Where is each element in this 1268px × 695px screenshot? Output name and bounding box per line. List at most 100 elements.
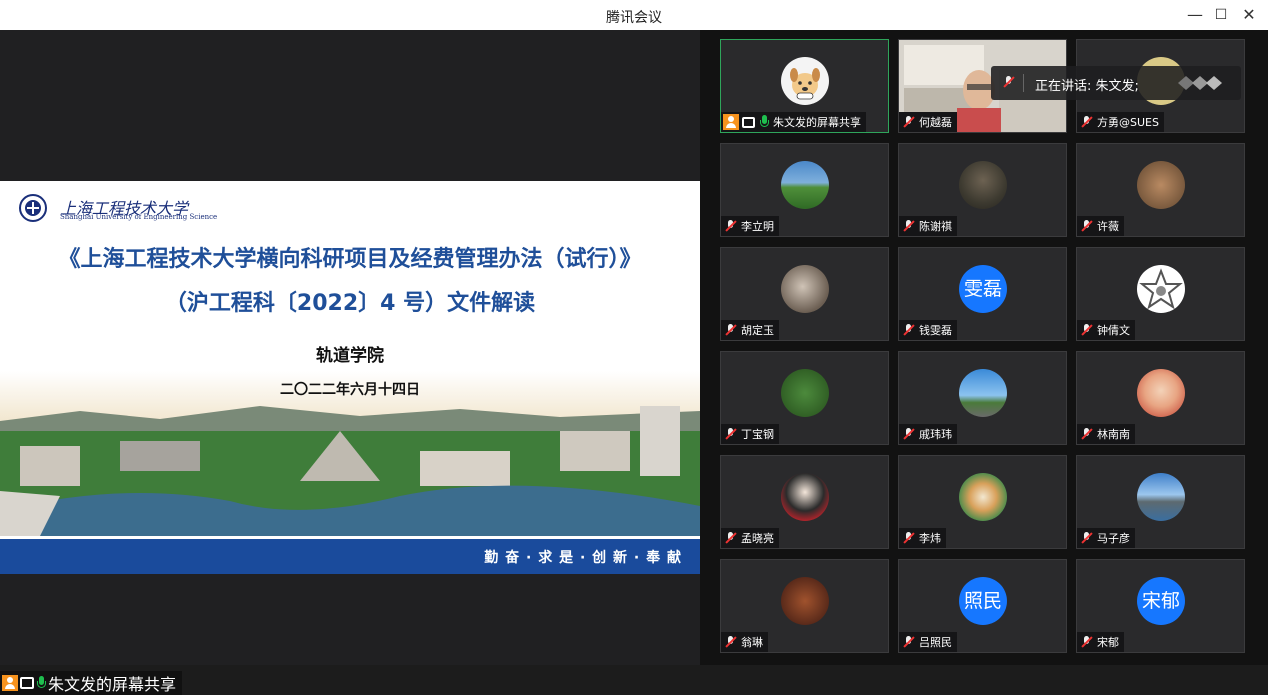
participant-name: 宋郁 xyxy=(1097,636,1119,649)
mic-muted-icon xyxy=(1081,532,1093,544)
participant-name: 李炜 xyxy=(919,532,941,545)
university-name-en: Shanghai University of Engineering Scien… xyxy=(60,213,218,221)
mic-muted-icon xyxy=(725,220,737,232)
participant-name-tag: 翁琳 xyxy=(721,632,768,652)
participant-name-tag: 何越磊 xyxy=(899,112,957,132)
participant-tile[interactable]: 朱文发的屏幕共享 xyxy=(720,39,889,133)
mic-muted-icon xyxy=(1003,76,1015,88)
minimize-button[interactable]: — xyxy=(1184,4,1206,26)
avatar xyxy=(781,369,829,417)
participant-tile[interactable]: 李立明 xyxy=(720,143,889,237)
participant-name-tag: 孟晓亮 xyxy=(721,528,779,548)
participant-name: 陈谢祺 xyxy=(919,220,952,233)
divider xyxy=(1023,74,1024,92)
avatar xyxy=(959,369,1007,417)
audio-level-icon xyxy=(1178,76,1222,90)
participant-name: 何越磊 xyxy=(919,116,952,129)
maximize-button[interactable]: ☐ xyxy=(1210,4,1232,26)
avatar: 照民 xyxy=(959,577,1007,625)
mic-muted-icon xyxy=(725,324,737,336)
slide-subtitle: （沪工程科〔2022〕4 号）文件解读 xyxy=(164,291,536,316)
screen-share-icon xyxy=(742,116,755,128)
mic-muted-icon xyxy=(903,116,915,128)
close-button[interactable]: ✕ xyxy=(1238,4,1260,26)
screen-share-icon xyxy=(20,677,34,689)
participant-tile[interactable]: 孟晓亮 xyxy=(720,455,889,549)
avatar xyxy=(781,161,829,209)
participant-tile[interactable]: 翁琳 xyxy=(720,559,889,653)
participant-name: 马子彦 xyxy=(1097,532,1130,545)
avatar: 宋郁 xyxy=(1137,577,1185,625)
mic-muted-icon xyxy=(903,532,915,544)
mic-muted-icon xyxy=(1081,636,1093,648)
avatar: 雯磊 xyxy=(959,265,1007,313)
avatar xyxy=(781,265,829,313)
participant-name-tag: 陈谢祺 xyxy=(899,216,957,236)
avatar xyxy=(781,57,829,105)
screen-share-label: 朱文发的屏幕共享 xyxy=(0,671,183,695)
participant-name-tag: 方勇@SUES xyxy=(1077,112,1164,132)
star-avatar-icon xyxy=(1139,268,1183,310)
window-title: 腾讯会议 xyxy=(606,10,662,26)
speaking-text: 正在讲话: 朱文发; xyxy=(1035,79,1139,94)
mic-muted-icon xyxy=(1081,324,1093,336)
participant-name-tag: 林南南 xyxy=(1077,424,1135,444)
mic-muted-icon xyxy=(725,428,737,440)
mic-on-icon xyxy=(759,114,769,130)
presentation-slide: 上海工程技术大学 Shanghai University of Engineer… xyxy=(0,181,700,574)
participant-name: 胡定玉 xyxy=(741,324,774,337)
avatar xyxy=(781,577,829,625)
participant-name: 林南南 xyxy=(1097,428,1130,441)
participant-name: 丁宝钢 xyxy=(741,428,774,441)
title-bar: 腾讯会议 — ☐ ✕ xyxy=(0,0,1268,30)
participant-tile[interactable]: 丁宝钢 xyxy=(720,351,889,445)
university-motto: 勤 奋 · 求 是 · 创 新 · 奉 献 xyxy=(484,550,682,566)
participant-tile[interactable]: 陈谢祺 xyxy=(898,143,1067,237)
slide-department: 轨道学院 xyxy=(316,346,384,366)
participant-tile[interactable]: 李炜 xyxy=(898,455,1067,549)
mic-muted-icon xyxy=(1081,220,1093,232)
participant-name-tag: 丁宝钢 xyxy=(721,424,779,444)
participant-name-tag: 李立明 xyxy=(721,216,779,236)
participant-name: 许薇 xyxy=(1097,220,1119,233)
participant-gallery: 朱文发的屏幕共享 何越磊 方勇@SUES 李立明 陈谢祺 许薇 胡定玉 雯磊 钱… xyxy=(700,30,1268,665)
participant-tile[interactable]: 许薇 xyxy=(1076,143,1245,237)
participant-name-tag: 钱雯磊 xyxy=(899,320,957,340)
participant-name: 孟晓亮 xyxy=(741,532,774,545)
gallery-scrollbar[interactable] xyxy=(1252,30,1268,665)
participant-tile[interactable]: 照民 吕照民 xyxy=(898,559,1067,653)
participant-tile[interactable]: 宋郁 宋郁 xyxy=(1076,559,1245,653)
participant-name-tag: 朱文发的屏幕共享 xyxy=(721,112,866,132)
participant-name: 吕照民 xyxy=(919,636,952,649)
participant-name: 朱文发的屏幕共享 xyxy=(773,116,861,129)
avatar xyxy=(1137,161,1185,209)
mic-muted-icon xyxy=(903,324,915,336)
participant-name-tag: 马子彦 xyxy=(1077,528,1135,548)
participant-tile[interactable]: 林南南 xyxy=(1076,351,1245,445)
mic-muted-icon xyxy=(725,636,737,648)
participant-name: 李立明 xyxy=(741,220,774,233)
participant-name: 戚玮玮 xyxy=(919,428,952,441)
participant-tile[interactable]: 马子彦 xyxy=(1076,455,1245,549)
shared-screen[interactable]: 上海工程技术大学 Shanghai University of Engineer… xyxy=(0,30,700,695)
participant-name: 钱雯磊 xyxy=(919,324,952,337)
participant-name-tag: 胡定玉 xyxy=(721,320,779,340)
participant-tile[interactable]: 胡定玉 xyxy=(720,247,889,341)
participant-tile[interactable]: 雯磊 钱雯磊 xyxy=(898,247,1067,341)
participant-tile[interactable]: 戚玮玮 xyxy=(898,351,1067,445)
participant-name-tag: 戚玮玮 xyxy=(899,424,957,444)
screen-share-owner: 朱文发的屏幕共享 xyxy=(48,675,177,694)
avatar xyxy=(1137,265,1185,313)
participant-name: 翁琳 xyxy=(741,636,763,649)
avatar xyxy=(959,161,1007,209)
participant-tile[interactable]: 钟倩文 xyxy=(1076,247,1245,341)
participant-name-tag: 许薇 xyxy=(1077,216,1124,236)
mic-muted-icon xyxy=(1081,428,1093,440)
slide-banner: 勤 奋 · 求 是 · 创 新 · 奉 献 xyxy=(0,539,700,574)
participant-name: 钟倩文 xyxy=(1097,324,1130,337)
slide-title: 《上海工程技术大学横向科研项目及经费管理办法（试行）》 xyxy=(58,247,642,272)
university-logo-icon xyxy=(19,194,47,222)
mic-muted-icon xyxy=(903,428,915,440)
avatar xyxy=(1137,369,1185,417)
slide-date: 二〇二二年六月十四日 xyxy=(280,382,420,398)
